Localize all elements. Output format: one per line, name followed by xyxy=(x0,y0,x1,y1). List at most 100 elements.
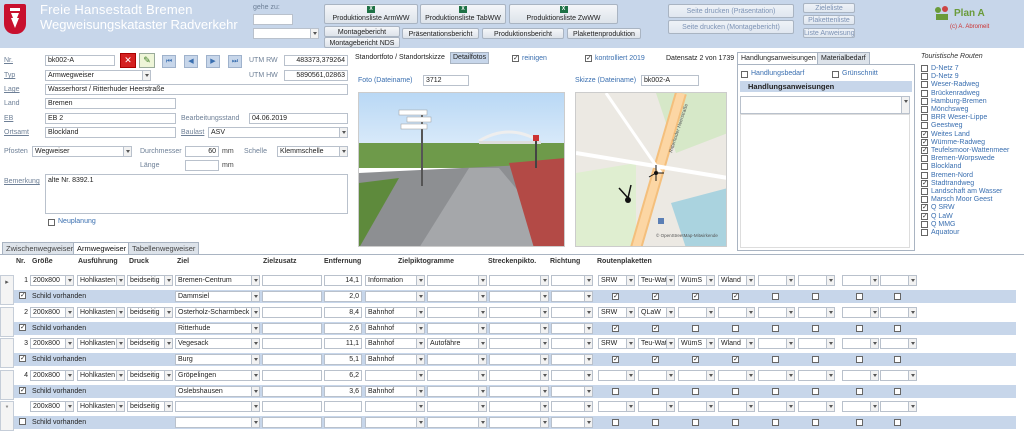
routenplakette-dropdown[interactable] xyxy=(638,401,675,412)
tour-route-item[interactable]: D-Netz 7 xyxy=(921,65,959,73)
reinigen-checkbox[interactable]: ✓ xyxy=(512,55,519,62)
druck-dropdown[interactable]: beidseitig xyxy=(127,369,173,381)
routenplakette-dropdown[interactable]: SRW xyxy=(598,275,635,286)
richtung-dropdown[interactable] xyxy=(551,369,593,381)
ziel-dropdown[interactable]: Oslebshausen xyxy=(175,385,260,397)
druck-dropdown[interactable]: beidseitig xyxy=(127,306,173,318)
routenplakette-dropdown[interactable]: WümS xyxy=(678,338,715,349)
tab-materialbedarf[interactable]: Materialbedarf xyxy=(817,52,870,64)
nav-next-button[interactable]: ▶ xyxy=(206,55,220,68)
routenplakette-checkbox[interactable]: ✓ xyxy=(652,324,659,332)
routenplakette-dropdown[interactable] xyxy=(758,306,795,318)
entfernung-field[interactable]: 11,1 xyxy=(324,338,362,349)
streckenpikto2-dropdown[interactable] xyxy=(489,369,549,381)
richtung-dropdown[interactable] xyxy=(551,275,593,286)
routenplakette-dropdown[interactable] xyxy=(798,338,835,349)
tour-route-item[interactable]: ✓ Wümme-Radweg xyxy=(921,138,985,147)
richtung-dropdown[interactable] xyxy=(551,306,593,318)
routenplakette-checkbox[interactable] xyxy=(692,387,699,395)
tour-route-item[interactable]: Brückenradweg xyxy=(921,89,980,98)
durchmesser-field[interactable]: 60 xyxy=(185,146,219,157)
streckenpikto2-dropdown[interactable] xyxy=(489,401,549,412)
routenplakette-checkbox[interactable] xyxy=(772,356,779,363)
ziel-dropdown[interactable]: Burg xyxy=(175,354,260,365)
tour-route-item[interactable]: BRR Weser-Lippe xyxy=(921,114,987,122)
tour-route-checkbox[interactable] xyxy=(921,122,928,130)
tour-route-checkbox[interactable] xyxy=(921,229,928,236)
routenplakette-dropdown[interactable] xyxy=(678,306,715,318)
produktionsliste-armww-button[interactable]: X Produktionsliste ArmWW xyxy=(324,4,418,24)
routenplakette-dropdown[interactable] xyxy=(678,369,715,381)
laenge-field[interactable] xyxy=(185,160,219,171)
routenplakette-dropdown[interactable] xyxy=(598,401,635,412)
plakettenproduktion-button[interactable]: Plakettenproduktion xyxy=(567,28,641,39)
tour-route-checkbox[interactable]: ✓ xyxy=(921,138,928,146)
streckenpikto2-dropdown[interactable] xyxy=(489,291,549,302)
routenplakette-checkbox[interactable] xyxy=(856,293,863,300)
groesse-dropdown[interactable]: 200x800 xyxy=(30,306,74,318)
routenplakette-dropdown[interactable]: WümS xyxy=(678,275,715,286)
zielpiktogramm-dropdown[interactable]: Bahnhof xyxy=(365,306,425,318)
zielzusatz-field[interactable] xyxy=(262,338,322,349)
tour-route-item[interactable]: ✓ Q SRW xyxy=(921,204,955,212)
richtung-dropdown[interactable] xyxy=(551,385,593,397)
routenplakette-dropdown[interactable]: Teu-Wat xyxy=(638,275,675,286)
zielpiktogramm-dropdown[interactable] xyxy=(365,369,425,381)
land-field[interactable]: Bremen xyxy=(45,98,176,109)
handlungsanweisung-list[interactable] xyxy=(740,114,910,248)
tour-route-checkbox[interactable] xyxy=(921,114,928,122)
routenplakette-dropdown[interactable] xyxy=(718,369,755,381)
tour-route-checkbox[interactable] xyxy=(921,89,928,97)
routenplakette-checkbox[interactable] xyxy=(856,356,863,363)
ziel-dropdown[interactable]: Bremen-Centrum xyxy=(175,275,260,286)
groesse-dropdown[interactable]: 200x800 xyxy=(30,275,74,286)
ziel-dropdown[interactable] xyxy=(175,401,260,412)
tour-route-item[interactable]: Blockland xyxy=(921,163,961,171)
zielpiktogramm-dropdown[interactable]: Bahnhof xyxy=(365,338,425,349)
routenplakette-checkbox[interactable] xyxy=(812,324,819,332)
richtung-dropdown[interactable] xyxy=(551,417,593,428)
lage-field[interactable]: Wasserhorst / Ritterhuder Heerstraße xyxy=(45,84,348,95)
produktionsliste-tabww-button[interactable]: X Produktionsliste TabWW xyxy=(420,4,506,24)
neuplanung-checkbox[interactable] xyxy=(48,219,55,226)
handlungsbedarf-checkbox[interactable] xyxy=(741,71,748,78)
routenplakette-dropdown[interactable] xyxy=(880,306,917,318)
routenplakette-checkbox[interactable] xyxy=(894,387,901,395)
routenplakette-checkbox[interactable]: ✓ xyxy=(732,293,739,300)
routenplakette-dropdown[interactable] xyxy=(758,275,795,286)
routenplakette-dropdown[interactable] xyxy=(758,401,795,412)
row-selector[interactable] xyxy=(0,306,14,337)
zieleliste-button[interactable]: Zieleliste xyxy=(803,3,855,13)
gehe-zu-input[interactable] xyxy=(253,14,293,25)
routenplakette-checkbox[interactable] xyxy=(692,324,699,332)
streckenpikto2-dropdown[interactable] xyxy=(489,354,549,365)
row-selector[interactable] xyxy=(0,369,14,400)
routenplakette-checkbox[interactable] xyxy=(772,419,779,426)
routenplakette-dropdown[interactable]: Teu-Wat xyxy=(638,338,675,349)
entfernung-field[interactable]: 2,0 xyxy=(324,291,362,302)
tour-route-checkbox[interactable]: ✓ xyxy=(921,204,928,212)
seite-drucken-praesentation-button[interactable]: Seite drucken (Präsentation) xyxy=(668,4,794,18)
ausfuehrung-dropdown[interactable]: Hohlkasten xyxy=(77,401,125,412)
zielpiktogramm-dropdown[interactable]: Bahnhof xyxy=(365,322,425,334)
tour-route-item[interactable]: Hamburg-Bremen xyxy=(921,97,987,106)
tour-route-checkbox[interactable] xyxy=(921,106,928,113)
typ-dropdown[interactable]: Armwegweiser xyxy=(45,70,151,81)
tour-route-item[interactable]: D-Netz 9 xyxy=(921,73,959,81)
streckenpikto-dropdown[interactable] xyxy=(427,291,487,302)
routenplakette-dropdown[interactable] xyxy=(758,369,795,381)
tour-route-item[interactable]: Q MMG xyxy=(921,220,956,229)
streckenpikto-dropdown[interactable] xyxy=(427,369,487,381)
groesse-dropdown[interactable]: 200x800 xyxy=(30,401,74,412)
nav-prev-button[interactable]: ◀ xyxy=(184,55,198,68)
routenplakette-dropdown[interactable] xyxy=(718,306,755,318)
groesse-dropdown[interactable]: 200x800 xyxy=(30,369,74,381)
routenplakette-checkbox[interactable]: ✓ xyxy=(612,356,619,363)
zielzusatz-field[interactable] xyxy=(262,291,322,302)
gruenschnitt-checkbox[interactable] xyxy=(832,71,839,78)
richtung-dropdown[interactable] xyxy=(551,322,593,334)
entfernung-field[interactable]: 6,2 xyxy=(324,369,362,381)
streckenpikto2-dropdown[interactable] xyxy=(489,322,549,334)
routenplakette-dropdown[interactable] xyxy=(718,401,755,412)
tour-route-item[interactable]: ✓ Stadtrandweg xyxy=(921,179,974,188)
